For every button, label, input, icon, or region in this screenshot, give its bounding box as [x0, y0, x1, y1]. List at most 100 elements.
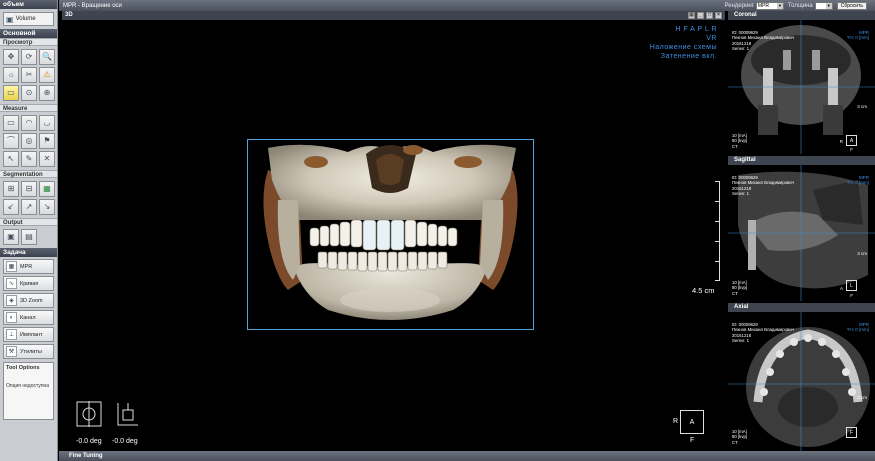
delete-tool-button[interactable]: ✕ — [39, 151, 55, 167]
fine-tuning-title: Fine Tuning — [69, 453, 103, 459]
orientation-cube[interactable]: A — [680, 410, 704, 434]
rotation-indicator-1-icon[interactable] — [76, 401, 102, 427]
camera-icon: ▣ — [7, 232, 15, 241]
seg-add-button[interactable]: ⊞ — [3, 181, 19, 197]
select-tool-button[interactable]: ▭ — [3, 85, 19, 101]
orientation-cube-left: R — [673, 418, 679, 425]
target-tool-button[interactable]: ⊙ — [21, 85, 37, 101]
view-subheader[interactable]: Просмотр — [0, 38, 57, 46]
task-canal-button[interactable]: ◐ Канал — [3, 310, 54, 325]
volume-button[interactable]: ▣ Volume — [3, 12, 54, 26]
task-utilities-button[interactable]: ⚒ Утилиты — [3, 344, 54, 359]
volume-section-header[interactable]: объем — [0, 0, 57, 9]
coronal-scale-label: 3 cm — [857, 104, 867, 109]
measure-subheader[interactable]: Measure — [0, 104, 57, 112]
coronal-box-bottom: F — [850, 147, 853, 152]
pointer-tool-button[interactable]: ↖ — [3, 151, 19, 167]
window-level-button[interactable]: ☼ — [3, 67, 19, 83]
axial-scale-label: 3 cm — [857, 395, 867, 400]
curve-tool-button[interactable]: ⌒ — [3, 133, 19, 149]
left-panel: объем ▣ Volume Основной Просмотр ✥ ⟳ 🔍 ☼… — [0, 0, 58, 461]
seg-grow-button[interactable]: ↙ — [3, 199, 19, 215]
sagittal-scale-label: 3 cm — [857, 251, 867, 256]
task-3dzoom-button[interactable]: ◈ 3D Zoom — [3, 293, 54, 308]
overlay-status: Наложение схемы — [649, 44, 717, 51]
output-tools: ▣ ▤ — [0, 226, 57, 248]
rotate-icon: ⟳ — [25, 52, 33, 61]
zoom-tool-button[interactable]: 🔍 — [39, 49, 55, 65]
rotate-tool-button[interactable]: ⟳ — [21, 49, 37, 65]
sagittal-modality: CT — [732, 290, 738, 296]
maximize-icon[interactable]: □ — [706, 12, 713, 19]
axial-acq-info: 10 [mA] 80 [kvp] CT — [732, 429, 747, 445]
reset-button[interactable]: Сбросить — [836, 1, 867, 10]
close-icon[interactable]: × — [715, 12, 722, 19]
curve-icon: ∿ — [6, 278, 17, 289]
print-button[interactable]: ▤ — [21, 229, 37, 245]
main-3d-view[interactable]: 3D ▦ _ □ × H F A P L R VR Наложение схем… — [62, 11, 725, 451]
axial-patient-info: ID: 00009629 Пекнов Михаил Владимирович … — [732, 322, 794, 344]
coronal-patient-info: ID: 00009629 Пекнов Михаил Владимирович … — [732, 30, 794, 52]
rotation-value-1: -0.0 deg — [76, 438, 102, 445]
volume-bounding-box[interactable] — [247, 139, 534, 330]
layout-icon[interactable]: ▦ — [688, 12, 695, 19]
main-section-header[interactable]: Основной — [0, 29, 57, 38]
rotation-value-2: -0.0 deg — [112, 438, 138, 445]
sagittal-panel[interactable]: Sagittal ID: 00009629 Пекнов Михаил Влад… — [728, 156, 875, 301]
tasks-section-header[interactable]: Задача — [0, 248, 57, 257]
coronal-panel[interactable]: Coronal ID: 00009629 Пекнов Михаил Влади… — [728, 11, 875, 154]
grid-add-icon: ⊞ — [7, 184, 15, 193]
task-mpr-button[interactable]: ▦ MPR — [3, 259, 54, 274]
pan-tool-button[interactable]: ✥ — [3, 49, 19, 65]
axial-panel[interactable]: Axial ID: 00009629 Пекнов Михаил Владими… — [728, 303, 875, 451]
arrow-down-left-icon: ↙ — [7, 202, 15, 211]
chevron-down-icon: ▼ — [825, 2, 832, 9]
seg-remove-button[interactable]: ⊟ — [21, 181, 37, 197]
task-implant-button[interactable]: ⊥ Имплант — [3, 327, 54, 342]
rotation-indicator-2-icon[interactable] — [114, 401, 140, 427]
angle-tool-button[interactable]: ◠ — [21, 115, 37, 131]
flag-tool-button[interactable]: ⚑ — [39, 133, 55, 149]
thickness-select[interactable]: ▼ — [814, 1, 833, 10]
flag-icon: ⚑ — [43, 136, 51, 145]
warning-icon: ⚠ — [43, 70, 51, 79]
orientation-cube-center: A — [689, 418, 695, 426]
coronal-tag: MPR TH: 0 [mm] — [847, 30, 869, 41]
arc-tool-button[interactable]: ◡ — [39, 115, 55, 131]
axial-box-label: F — [849, 429, 854, 436]
axial-tag: MPR TH: 0 [mm] — [847, 322, 869, 333]
orientation-cube-bottom: F — [690, 437, 695, 444]
capture-button[interactable]: ▣ — [3, 229, 19, 245]
render-mode: VR — [706, 35, 717, 42]
coronal-acq-info: 10 [mA] 80 [kvp] CT — [732, 133, 747, 149]
axial-orientation-box[interactable]: F — [846, 427, 857, 438]
sagittal-orientation-box[interactable]: L — [846, 280, 857, 291]
tool-options-text: Опция недоступна — [6, 383, 50, 389]
render-select[interactable]: MPR ▼ — [755, 1, 784, 10]
coronal-orientation-box[interactable]: A — [846, 135, 857, 146]
ruler-tool-button[interactable]: ▭ — [3, 115, 19, 131]
task-curve-button[interactable]: ∿ Кривая — [3, 276, 54, 291]
fine-tuning-bar[interactable]: Fine Tuning — [59, 451, 875, 461]
task-label: Канал — [20, 314, 36, 321]
crosshair-tool-button[interactable]: ⊕ — [39, 85, 55, 101]
cube-icon: ▣ — [6, 14, 14, 24]
scale-bar — [712, 181, 720, 281]
printer-icon: ▤ — [25, 232, 33, 241]
seg-redo-button[interactable]: ↘ — [39, 199, 55, 215]
segmentation-subheader[interactable]: Segmentation — [0, 170, 57, 178]
cut-tool-button[interactable]: ✂ — [21, 67, 37, 83]
segmentation-tools: ⊞ ⊟ ▦ ↙ ↗ ↘ — [0, 178, 57, 218]
warning-tool-button[interactable]: ⚠ — [39, 67, 55, 83]
sagittal-thickness: TH: 0 [mm] — [846, 180, 869, 186]
sagittal-patient-info: ID: 00009629 Пекнов Михаил Владимирович … — [732, 175, 794, 197]
angle-icon: ◠ — [25, 118, 33, 127]
minimize-icon[interactable]: _ — [697, 12, 704, 19]
arc-icon: ◡ — [43, 118, 51, 127]
output-subheader[interactable]: Output — [0, 218, 57, 226]
seg-color-button[interactable]: ▦ — [39, 181, 55, 197]
view-tools: ✥ ⟳ 🔍 ☼ ✂ ⚠ ▭ ⊙ ⊕ — [0, 46, 57, 104]
annotate-tool-button[interactable]: ✎ — [21, 151, 37, 167]
density-tool-button[interactable]: ◎ — [21, 133, 37, 149]
seg-undo-button[interactable]: ↗ — [21, 199, 37, 215]
